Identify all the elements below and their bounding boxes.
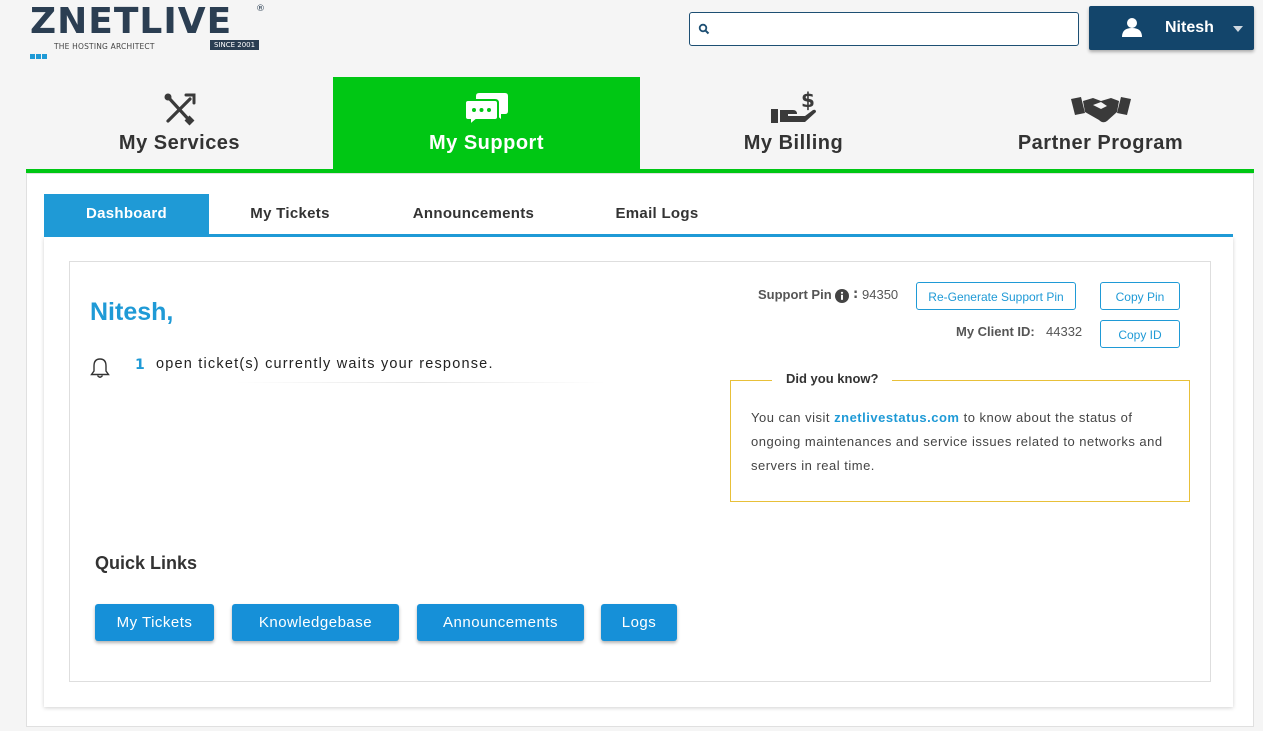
- user-menu-button[interactable]: Nitesh: [1089, 6, 1254, 50]
- svg-text:$: $: [801, 91, 815, 112]
- quick-links-title: Quick Links: [95, 553, 198, 573]
- open-ticket-message: open ticket(s) currently waits your resp…: [156, 356, 494, 372]
- sub-tabs: Dashboard My Tickets Announcements Email…: [44, 194, 1233, 237]
- support-pin-label: Support Pin: [758, 287, 832, 302]
- tab-label: My Services: [118, 132, 241, 154]
- user-icon: [1122, 18, 1142, 37]
- hand-dollar-icon: $: [771, 91, 816, 123]
- main-navigation: My Services My Support $ My Billing Part…: [26, 77, 1254, 173]
- tab-label: My Billing: [743, 132, 844, 154]
- handshake-icon: [1071, 97, 1131, 123]
- tab-my-services[interactable]: My Services: [26, 77, 333, 169]
- greeting: Nitesh,: [90, 298, 174, 326]
- quick-link-knowledgebase[interactable]: Knowledgebase: [232, 604, 399, 641]
- did-you-know-text: You can visit znetlivestatus.com to know…: [751, 406, 1171, 478]
- logo-squares-icon: [30, 44, 48, 63]
- tab-label: Partner Program: [1017, 132, 1184, 154]
- copy-id-button[interactable]: Copy ID: [1100, 320, 1180, 348]
- did-you-know-title: Did you know?: [772, 371, 893, 386]
- support-pin-value: 94350: [862, 287, 899, 302]
- regenerate-support-pin-button[interactable]: Re-Generate Support Pin: [916, 282, 1076, 310]
- status-site-link[interactable]: znetlivestatus.com: [834, 410, 959, 425]
- divider: [236, 382, 606, 383]
- znetlive-logo[interactable]: ZNETLIVE ® THE HOSTING ARCHITECT SINCE 2…: [30, 1, 270, 59]
- search-input[interactable]: [716, 17, 1070, 43]
- logo-since-badge: SINCE 2001: [210, 40, 260, 50]
- client-id-label: My Client ID:: [956, 324, 1035, 339]
- subtab-dashboard[interactable]: Dashboard: [44, 194, 209, 234]
- search-box: [689, 12, 1079, 46]
- tab-my-support[interactable]: My Support: [333, 77, 640, 169]
- logo-registered-mark: ®: [256, 4, 265, 14]
- quick-link-announcements[interactable]: Announcements: [417, 604, 584, 641]
- copy-pin-button[interactable]: Copy Pin: [1100, 282, 1180, 310]
- subtab-announcements[interactable]: Announcements: [371, 194, 576, 234]
- tools-icon: [164, 93, 196, 126]
- tab-partner-program[interactable]: Partner Program: [947, 77, 1254, 169]
- header: ZNETLIVE ® THE HOSTING ARCHITECT SINCE 2…: [0, 0, 1263, 70]
- subtab-email-logs[interactable]: Email Logs: [576, 194, 738, 234]
- info-icon[interactable]: [835, 289, 849, 303]
- chat-bubbles-icon: [464, 93, 508, 127]
- user-name: Nitesh: [1165, 19, 1214, 36]
- subtab-my-tickets[interactable]: My Tickets: [209, 194, 371, 234]
- client-id-value: 44332: [1046, 324, 1083, 339]
- bell-icon: [90, 358, 110, 378]
- search-icon[interactable]: [698, 23, 710, 35]
- open-ticket-count[interactable]: 1: [135, 357, 145, 373]
- did-you-know-text-before: You can visit: [751, 410, 831, 425]
- logo-wordmark: ZNETLIVE: [30, 1, 233, 42]
- chevron-down-icon: [1233, 26, 1243, 32]
- quick-link-logs[interactable]: Logs: [601, 604, 677, 641]
- tab-my-billing[interactable]: $ My Billing: [640, 77, 947, 169]
- tab-label: My Support: [429, 132, 544, 154]
- quick-link-my-tickets[interactable]: My Tickets: [95, 604, 214, 641]
- logo-tagline: THE HOSTING ARCHITECT: [54, 42, 155, 51]
- support-pin-colon: :: [853, 287, 859, 302]
